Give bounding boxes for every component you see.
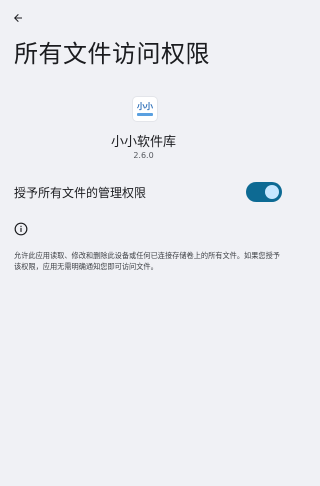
page-title: 所有文件访问权限: [14, 40, 210, 68]
app-version: 2.6.0: [133, 151, 154, 160]
permission-label: 授予所有文件的管理权限: [14, 186, 147, 200]
back-button[interactable]: [8, 8, 28, 28]
permission-row[interactable]: 授予所有文件的管理权限: [0, 178, 287, 206]
app-name: 小小软件库: [110, 135, 176, 150]
app-icon-text: 小小: [137, 102, 153, 111]
arrow-left-icon: [14, 14, 22, 22]
permission-toggle[interactable]: [246, 182, 282, 202]
app-icon-bar: [137, 113, 153, 116]
app-icon: 小小: [133, 97, 157, 121]
permission-description: 允许此应用读取、修改和删除此设备或任何已连接存储卷上的所有文件。如果您授予该权限…: [14, 251, 280, 271]
toggle-thumb: [265, 185, 279, 199]
info-icon: [14, 222, 28, 236]
